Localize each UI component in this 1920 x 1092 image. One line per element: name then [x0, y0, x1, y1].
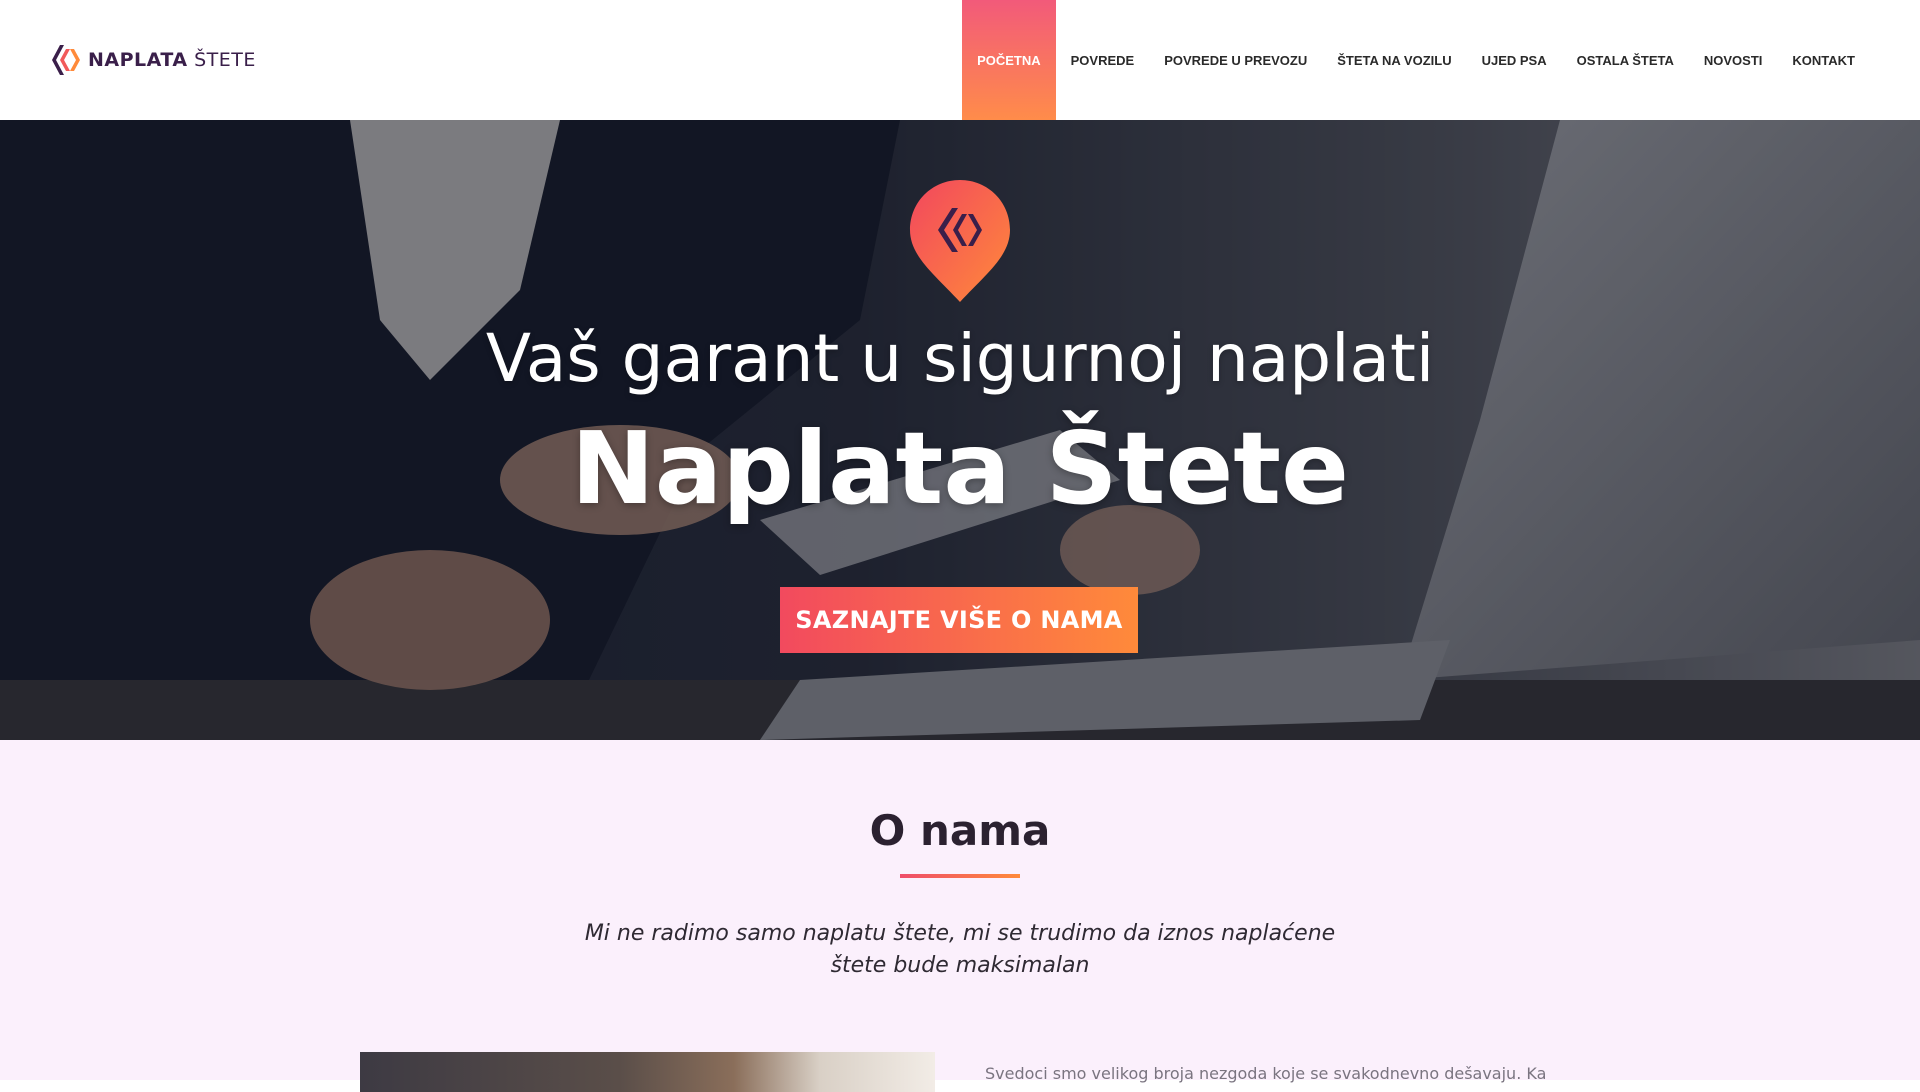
about-image	[360, 1052, 935, 1092]
about-title: O nama	[869, 806, 1051, 855]
hero-title: Naplata Štete	[571, 410, 1349, 527]
main-nav: POČETNA POVREDE POVREDE U PREVOZU ŠTETA …	[962, 0, 1870, 120]
logo-text-light: ŠTETE	[194, 49, 256, 71]
hero-content: Vaš garant u sigurnoj naplati Naplata Št…	[0, 120, 1920, 740]
title-underline-divider	[900, 874, 1020, 878]
nav-item-novosti[interactable]: NOVOSTI	[1689, 0, 1778, 120]
logo-chevrons-icon	[50, 43, 80, 77]
about-body-text: Svedoci smo velikog broja nezgoda koje s…	[985, 1064, 1545, 1083]
about-lead-text: Mi ne radimo samo naplatu štete, mi se t…	[584, 921, 1336, 978]
nav-item-ujed-psa[interactable]: UJED PSA	[1467, 0, 1562, 120]
location-pin-logo-icon	[906, 176, 1014, 311]
nav-item-kontakt[interactable]: KONTAKT	[1777, 0, 1870, 120]
site-logo[interactable]: NAPLATA ŠTETE	[50, 40, 256, 80]
learn-more-button[interactable]: SAZNAJTE VIŠE O NAMA	[780, 587, 1138, 653]
nav-item-povrede[interactable]: POVREDE	[1056, 0, 1150, 120]
hero-section: Vaš garant u sigurnoj naplati Naplata Št…	[0, 120, 1920, 740]
site-header: NAPLATA ŠTETE POČETNA POVREDE POVREDE U …	[0, 0, 1920, 120]
logo-text: NAPLATA ŠTETE	[88, 49, 256, 71]
nav-item-pocetna[interactable]: POČETNA	[962, 0, 1056, 120]
nav-item-steta-na-vozilu[interactable]: ŠTETA NA VOZILU	[1322, 0, 1466, 120]
logo-text-bold: NAPLATA	[88, 49, 188, 71]
nav-item-povrede-u-prevozu[interactable]: POVREDE U PREVOZU	[1149, 0, 1322, 120]
hero-subtitle: Vaš garant u sigurnoj naplati	[485, 320, 1435, 397]
nav-item-ostala-steta[interactable]: OSTALA ŠTETA	[1562, 0, 1689, 120]
about-section: O nama Mi ne radimo samo naplatu štete, …	[0, 740, 1920, 1092]
